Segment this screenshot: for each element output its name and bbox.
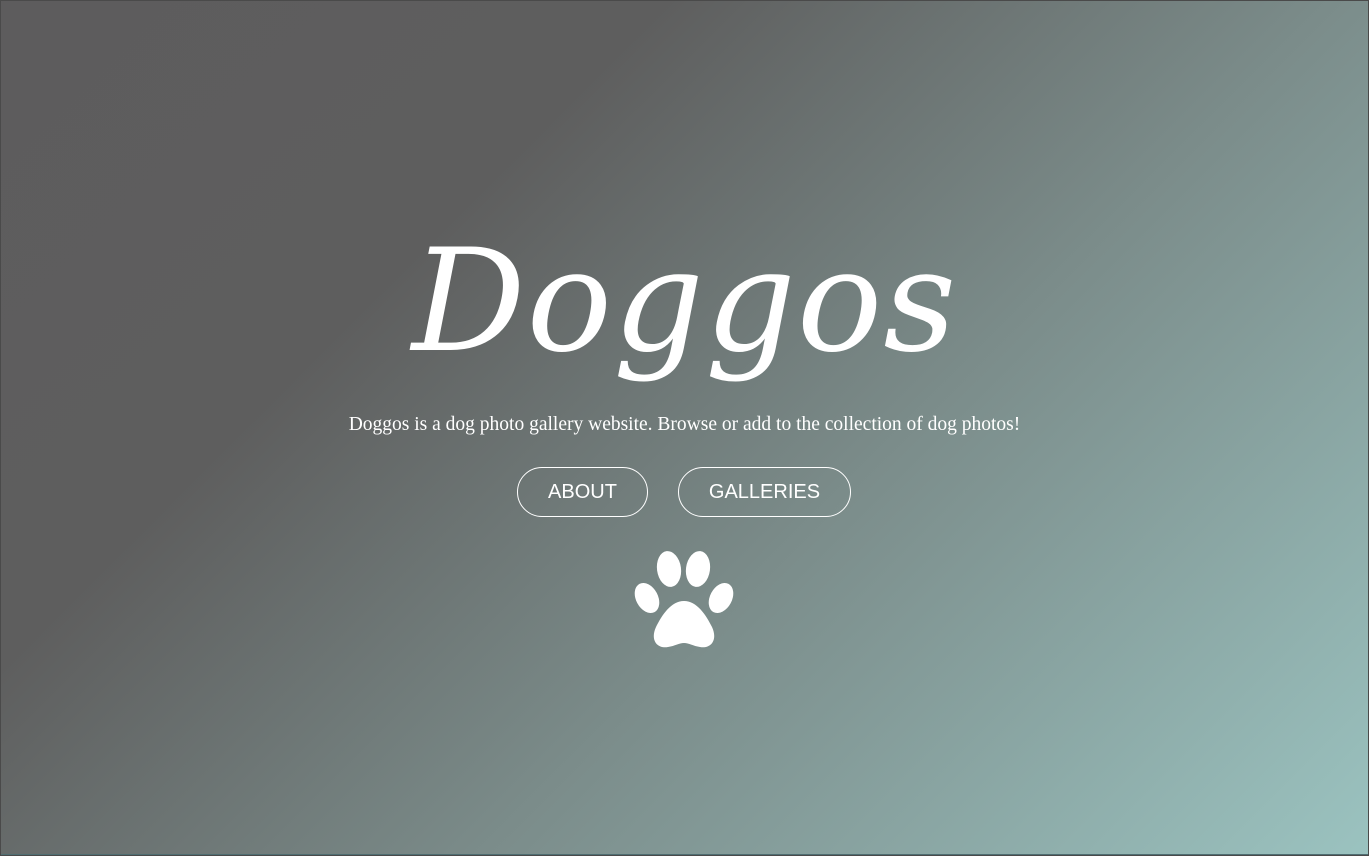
paw-print-icon xyxy=(634,551,734,648)
site-tagline: Doggos is a dog photo gallery website. B… xyxy=(348,414,1021,435)
hero-section: Doggos Doggos is a dog photo gallery web… xyxy=(0,0,1369,856)
site-title: Doggos xyxy=(411,219,958,384)
galleries-button[interactable]: GALLERIES xyxy=(678,467,851,517)
about-button[interactable]: ABOUT xyxy=(517,467,648,517)
